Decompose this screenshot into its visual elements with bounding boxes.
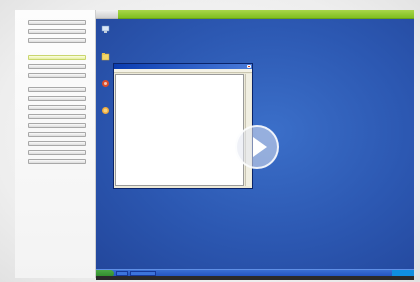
network-icon[interactable]	[101, 79, 110, 88]
taskbar	[96, 269, 414, 277]
browser-icon[interactable]	[101, 106, 110, 115]
sidebar-item[interactable]	[28, 64, 86, 69]
sidebar-item[interactable]	[28, 96, 86, 101]
play-button[interactable]	[235, 125, 279, 169]
sidebar-item[interactable]	[28, 29, 86, 34]
header-bar	[118, 10, 414, 19]
sidebar-item[interactable]	[28, 20, 86, 25]
sidebar-item[interactable]	[28, 38, 86, 43]
sidebar-item[interactable]	[28, 150, 86, 155]
sidebar-item[interactable]	[28, 159, 86, 164]
sidebar-item[interactable]	[28, 105, 86, 110]
topbar-tab[interactable]	[96, 10, 118, 19]
sidebar	[15, 10, 96, 278]
screenshot-photo	[0, 0, 420, 282]
my-documents-icon[interactable]	[101, 52, 110, 61]
window-menubar[interactable]	[114, 69, 252, 73]
sidebar-item[interactable]	[28, 132, 86, 137]
player-bottom-edge	[96, 276, 414, 280]
text-editor-area[interactable]	[115, 74, 244, 186]
sidebar-item[interactable]	[28, 141, 86, 146]
desktop-area	[96, 19, 414, 269]
sidebar-item-active[interactable]	[28, 55, 86, 60]
sidebar-item[interactable]	[28, 73, 86, 78]
sidebar-item[interactable]	[28, 123, 86, 128]
close-icon[interactable]	[247, 65, 251, 68]
sidebar-item[interactable]	[28, 87, 86, 92]
my-computer-icon[interactable]	[101, 25, 110, 34]
play-icon	[253, 137, 267, 157]
sidebar-item[interactable]	[28, 114, 86, 119]
notepad-window[interactable]	[113, 63, 253, 189]
